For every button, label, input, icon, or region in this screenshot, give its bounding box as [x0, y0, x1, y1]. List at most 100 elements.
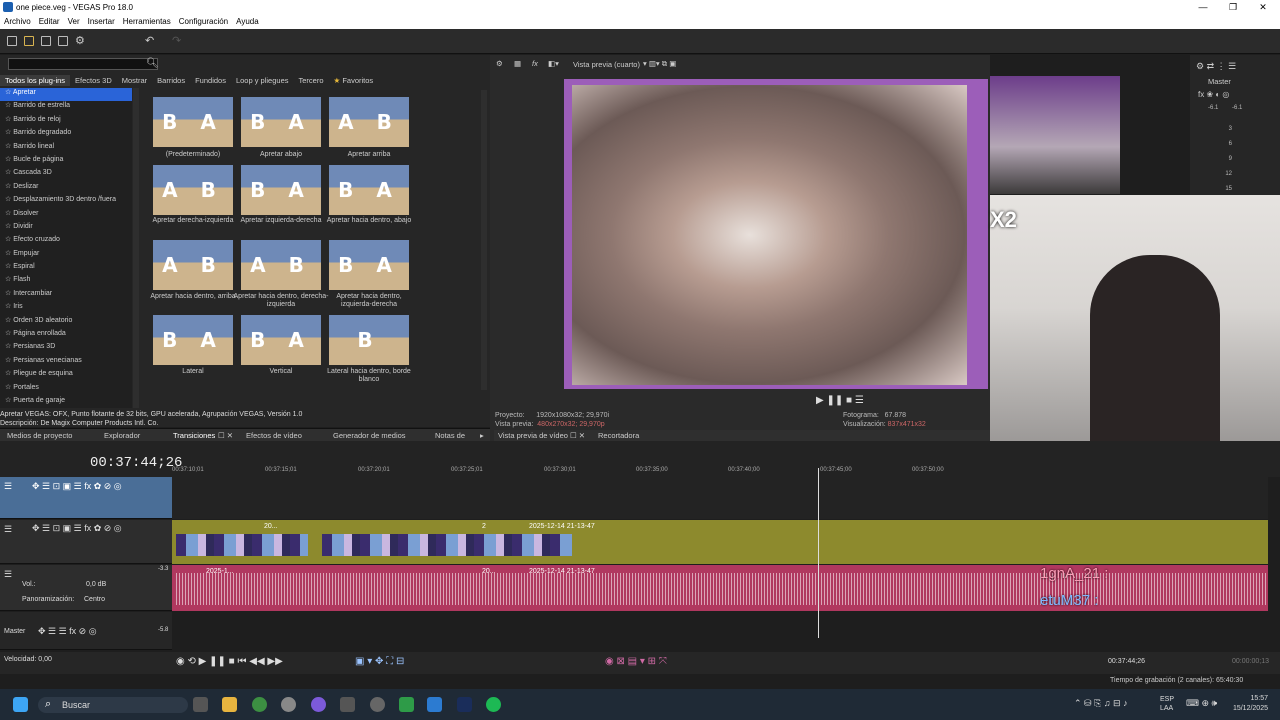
master-track-icons[interactable]: ✥ ☰ ☰ fx ⊘ ◎ — [38, 626, 97, 637]
stop-icon[interactable]: ■ — [846, 395, 852, 406]
tab-explorador[interactable]: Explorador — [104, 431, 140, 440]
tab-notas[interactable]: Notas de — [435, 431, 465, 440]
plugin-item[interactable]: ☆ Empujar — [0, 249, 132, 262]
plugin-item[interactable]: ☆ Orden 3D aleatorio — [0, 316, 132, 329]
preview-properties-icon[interactable]: ▦ — [514, 59, 521, 68]
plugin-item[interactable]: ☆ Flash — [0, 275, 132, 288]
tab-mostrar[interactable]: Mostrar — [117, 75, 152, 86]
preview-settings-icon[interactable]: ⚙ — [496, 59, 503, 68]
playhead[interactable] — [818, 468, 819, 638]
preset-thumbnail[interactable]: B A — [241, 315, 321, 365]
plugin-item[interactable]: ☆ Efecto cruzado — [0, 235, 132, 248]
preset-thumbnail[interactable]: B A — [241, 97, 321, 147]
edit-tools[interactable]: ▣ ▾ ✥ ⛶ ⊟ — [355, 656, 404, 667]
new-file-icon[interactable] — [7, 36, 17, 46]
preset-thumbnail[interactable]: A B — [153, 240, 233, 290]
photoshop-icon[interactable] — [457, 697, 472, 712]
tab-loop[interactable]: Loop y pliegues — [231, 75, 294, 86]
open-folder-icon[interactable] — [24, 36, 34, 46]
tab-tercero[interactable]: Tercero — [294, 75, 329, 86]
track-header-audio[interactable]: ☰ Vol.: 0,0 dB Panoramización: Centro -3… — [0, 565, 172, 611]
volume-value[interactable]: 0,0 dB — [86, 581, 106, 588]
plugin-item[interactable]: ☆ Espiral — [0, 262, 132, 275]
tab-close-icon[interactable]: ☐ ✕ — [570, 431, 585, 440]
track-menu-icon[interactable]: ☰ — [4, 524, 12, 535]
plugin-item[interactable]: ☆ Dividir — [0, 222, 132, 235]
plugin-item[interactable]: ☆ Barrido de estrella — [0, 101, 132, 114]
preset-thumbnail[interactable]: B A — [329, 240, 409, 290]
menu-configuracion[interactable]: Configuración — [175, 15, 232, 26]
tab-recortadora[interactable]: Recortadora — [598, 431, 639, 440]
app-icon[interactable] — [340, 697, 355, 712]
discord-icon[interactable] — [311, 697, 326, 712]
plugin-item[interactable]: ☆ Portales — [0, 383, 132, 396]
preset-thumbnail[interactable]: B A — [329, 165, 409, 215]
plugin-item[interactable]: ☆ Puerta de garaje — [0, 396, 132, 409]
plugin-item[interactable]: ☆ Barrido de reloj — [0, 115, 132, 128]
vegas-taskbar-icon[interactable] — [427, 697, 442, 712]
plugin-item[interactable]: ☆ Pliegue de esquina — [0, 369, 132, 382]
preview-menu-icon[interactable]: ☰ — [855, 395, 864, 406]
video-clip[interactable] — [176, 534, 308, 556]
menu-insertar[interactable]: Insertar — [84, 15, 119, 26]
chrome-icon[interactable] — [252, 697, 267, 712]
menu-herramientas[interactable]: Herramientas — [119, 15, 175, 26]
plugin-list-scrollbar[interactable] — [133, 88, 139, 408]
menu-editar[interactable]: Editar — [35, 15, 64, 26]
clock[interactable]: 15:57 15/12/2025 — [1226, 694, 1268, 714]
fx-icon[interactable]: fx — [532, 59, 538, 68]
preset-thumbnail[interactable]: B A — [153, 315, 233, 365]
tab-efectos-3d[interactable]: Efectos 3D — [70, 75, 117, 86]
language-indicator[interactable]: ESP LAA — [1160, 695, 1174, 713]
plugin-item[interactable]: ☆ Desplazamiento 3D dentro /fuera — [0, 195, 132, 208]
file-explorer-icon[interactable] — [222, 697, 237, 712]
tab-efectos-video[interactable]: Efectos de vídeo — [246, 431, 302, 440]
app-icon[interactable] — [399, 697, 414, 712]
plugin-item[interactable]: ☆ Bucle de página — [0, 155, 132, 168]
minimize-button[interactable]: — — [1190, 1, 1216, 14]
maximize-button[interactable]: ❐ — [1220, 1, 1246, 14]
preview-quality-select[interactable]: Vista previa (cuarto) — [573, 60, 640, 69]
undo-icon[interactable]: ↶ — [145, 34, 154, 47]
preset-thumbnail[interactable]: B A — [241, 165, 321, 215]
tray-icons[interactable]: ⌃ ⛁ ⎘ ♫ ⊟ ♪ — [1074, 698, 1128, 709]
plugin-item[interactable]: ☆ Disolver — [0, 209, 132, 222]
track-menu-icon[interactable]: ☰ — [4, 481, 12, 492]
plugin-item[interactable]: ☆ Iris — [0, 302, 132, 315]
video-clip[interactable] — [322, 534, 572, 556]
task-view-icon[interactable] — [193, 697, 208, 712]
plugin-item[interactable]: ☆ Barrido degradado — [0, 128, 132, 141]
redo-icon[interactable]: ↷ — [172, 34, 181, 47]
plugin-item[interactable]: ☆ Barrido lineal — [0, 142, 132, 155]
plugin-item[interactable]: ☆ Deslizar — [0, 182, 132, 195]
track-header-1[interactable]: ☰ ✥ ☰ ⊡ ▣ ☰ fx ✿ ⊘ ◎ — [0, 477, 172, 519]
plugin-item[interactable]: ☆ Apretar — [0, 88, 132, 102]
snap-tools[interactable]: ◉ ⊠ ▤ ▾ ⊞ ⤧ — [605, 656, 667, 667]
render-icon[interactable] — [58, 36, 68, 46]
preset-thumbnail[interactable]: A B — [241, 240, 321, 290]
steam-icon[interactable] — [370, 697, 385, 712]
play-icon[interactable]: ▶ — [816, 395, 824, 406]
tab-fundidos[interactable]: Fundidos — [190, 75, 231, 86]
master-toolbar-icons[interactable]: ⚙ ⇄ ⋮ ☰ — [1196, 61, 1236, 72]
close-button[interactable]: ✕ — [1250, 1, 1276, 14]
time-ruler[interactable]: 00:37:10;01 00:37:15;01 00:37:20;01 00:3… — [172, 467, 992, 477]
video-track-area[interactable]: 20... 2 2025-12-14 21-13-47 — [172, 520, 1268, 564]
preset-scrollbar[interactable] — [481, 90, 487, 390]
plugin-item[interactable]: ☆ Cascada 3D — [0, 168, 132, 181]
master-fx-icons[interactable]: fx ❀ ◐ ◎ — [1198, 90, 1229, 99]
tab-scroll-right-icon[interactable]: ▸ — [480, 431, 484, 440]
network-volume-icons[interactable]: ⌨ ⊕ 🕪︎ — [1186, 698, 1217, 709]
preset-thumbnail[interactable]: A B — [153, 165, 233, 215]
tab-transiciones[interactable]: Transiciones — [173, 431, 215, 440]
menu-ver[interactable]: Ver — [64, 15, 84, 26]
overlays-icon[interactable]: ▾ ▥▾ ⧉ ▣ — [643, 59, 676, 69]
tab-vista-previa[interactable]: Vista previa de vídeo — [498, 431, 568, 440]
search-icon[interactable]: 🔍︎ — [146, 58, 159, 69]
menu-archivo[interactable]: Archivo — [0, 15, 35, 26]
spotify-icon[interactable] — [486, 697, 501, 712]
track-controls-icons[interactable]: ✥ ☰ ⊡ ▣ ☰ fx ✿ ⊘ ◎ — [32, 523, 122, 534]
pause-icon[interactable]: ❚❚ — [826, 395, 843, 406]
pan-value[interactable]: Centro — [84, 596, 105, 603]
tab-close-icon[interactable]: ☐ ✕ — [218, 431, 233, 440]
